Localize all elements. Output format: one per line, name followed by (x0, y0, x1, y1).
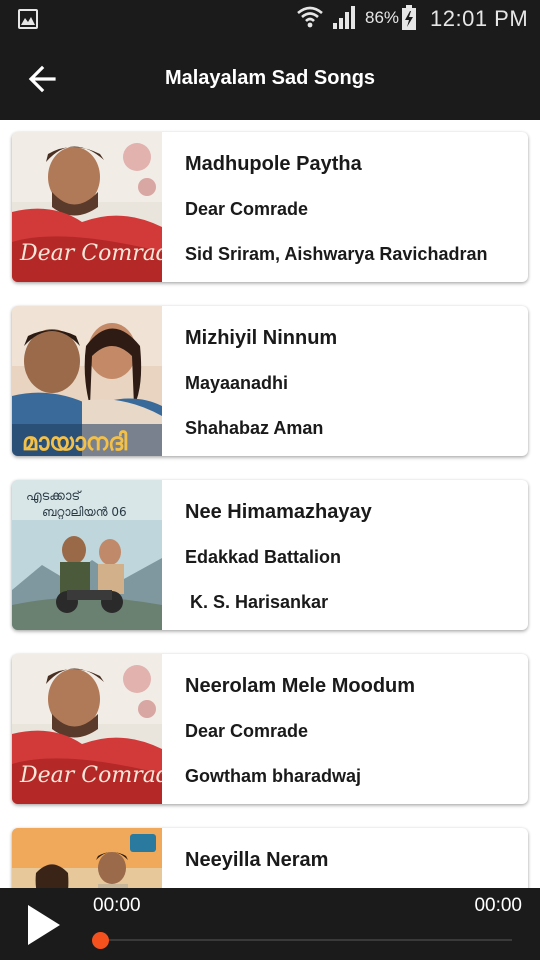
song-title: Madhupole Paytha (185, 153, 362, 175)
battery-percent: 86% (365, 8, 400, 27)
song-artist: Sid Sriram, Aishwarya Ravichadran (185, 244, 488, 264)
app-toolbar: Malayalam Sad Songs (0, 38, 540, 120)
song-album: Edakkad Battalion (185, 547, 342, 567)
svg-text:Dear Comrade: Dear Comrade (19, 241, 162, 266)
svg-text:ബറ്റാലിയൻ 06: ബറ്റാലിയൻ 06 (42, 505, 127, 520)
play-icon (28, 905, 60, 945)
song-album: Dear Comrade (185, 721, 309, 741)
song-artist: K. S. Harisankar (185, 592, 329, 612)
song-list[interactable]: Dear Comrade Madhupole Paytha Dear Comra… (0, 120, 540, 888)
seek-bar-thumb[interactable] (92, 932, 109, 949)
total-time: 00:00 (474, 895, 522, 916)
song-title: Neerolam Mele Moodum (185, 675, 416, 697)
song-title: Mizhiyil Ninnum (185, 327, 338, 349)
status-bar: 86% 12:01 PM (0, 0, 540, 38)
album-art: മായാനദി (12, 306, 162, 456)
song-card[interactable]: മായാനദി Mizhiyil Ninnum Mayaanadhi Shaha… (12, 306, 528, 456)
song-artist: Shahabaz Aman (185, 418, 324, 438)
wifi-icon (297, 6, 323, 28)
play-button[interactable] (26, 904, 62, 951)
page-title: Malayalam Sad Songs (164, 67, 376, 89)
battery-charging-icon (402, 5, 416, 30)
media-player-bar: 00:00 00:00 (0, 888, 540, 960)
gallery-icon (18, 9, 38, 29)
svg-text:മായാനദി: മായാനദി (22, 428, 128, 456)
song-title: Neeyilla Neram (185, 849, 329, 871)
song-album: Mayaanadhi (185, 373, 289, 393)
song-card[interactable]: എടക്കാട് ബറ്റാലിയൻ 06 Nee Himamazhayay E… (12, 480, 528, 630)
signal-icon (333, 6, 355, 29)
status-clock: 12:01 PM (430, 6, 529, 31)
song-title: Nee Himamazhayay (185, 501, 372, 523)
album-art (12, 828, 162, 888)
album-art: Dear Comrade (12, 654, 162, 804)
song-card[interactable]: Neeyilla Neram (12, 828, 528, 888)
album-art: Dear Comrade (12, 132, 162, 282)
song-card[interactable]: Dear Comrade Neerolam Mele Moodum Dear C… (12, 654, 528, 804)
album-art: എടക്കാട് ബറ്റാലിയൻ 06 (12, 480, 162, 630)
svg-text:എടക്കാട്: എടക്കാട് (26, 489, 82, 504)
svg-text:Dear Comrade: Dear Comrade (19, 763, 162, 788)
song-artist: Gowtham bharadwaj (185, 766, 362, 786)
seek-bar-track[interactable] (100, 939, 512, 941)
song-album: Dear Comrade (185, 199, 309, 219)
song-card[interactable]: Dear Comrade Madhupole Paytha Dear Comra… (12, 132, 528, 282)
current-time: 00:00 (93, 895, 141, 916)
